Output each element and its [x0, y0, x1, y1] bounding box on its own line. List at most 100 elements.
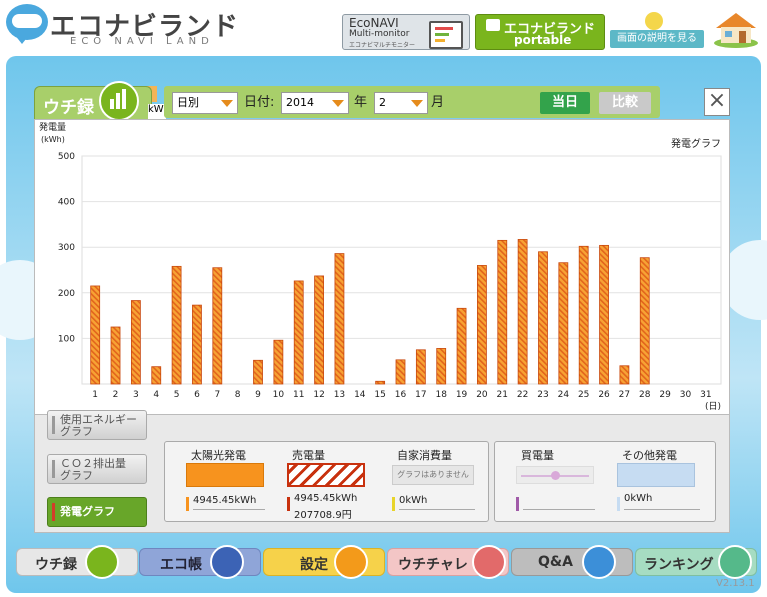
version-label: V2.13.1	[716, 578, 755, 589]
legend-group-generation: 太陽光発電 4945.45kWh 売電量 4945.45kWh 207708.9…	[164, 441, 489, 522]
today-button[interactable]: 当日	[540, 92, 590, 114]
sold-title: 売電量	[292, 449, 325, 462]
bar	[151, 366, 162, 385]
other-generation-swatch	[617, 463, 695, 487]
portable-button[interactable]: エコナビランド portable	[475, 14, 605, 50]
nav-ranking-label: ランキング	[644, 557, 714, 573]
year-label: 年	[354, 95, 368, 110]
indicator-bar	[52, 503, 55, 521]
compare-button[interactable]: 比較	[599, 92, 651, 114]
x-tick-label: 14	[354, 390, 366, 400]
bar	[578, 245, 589, 385]
co2-graph-button[interactable]: ＣＯ２排出量 グラフ	[47, 454, 147, 484]
mode-select-value: 日別	[177, 96, 199, 109]
close-button[interactable]: ×	[704, 88, 730, 116]
month-label: 月	[431, 95, 445, 110]
nav-settings[interactable]: 設定	[263, 545, 385, 579]
x-tick-label: 17	[415, 390, 426, 400]
bar	[599, 244, 609, 385]
bar	[273, 339, 284, 385]
bar	[517, 239, 528, 385]
nav-qa[interactable]: Q&A	[511, 545, 633, 579]
econavi-multimonitor-button[interactable]: EcoNAVI Multi-monitor エコナビマルチモニター	[342, 14, 470, 50]
bar	[497, 239, 508, 385]
logo-subtitle: ECO NAVI LAND	[70, 36, 214, 47]
bar	[171, 265, 182, 385]
month-select[interactable]: 2	[374, 92, 428, 114]
year-select[interactable]: 2014	[281, 92, 349, 114]
x-tick-label: 21	[497, 390, 508, 400]
x-tick-label: 7	[214, 390, 220, 400]
nav-ecocho[interactable]: エコ帳	[139, 545, 261, 579]
nav-uchiroku-label: ウチ録	[35, 557, 77, 573]
other-generation-title: その他発電	[622, 449, 677, 462]
energy-graph-button[interactable]: 使用エネルギー グラフ	[47, 410, 147, 440]
portable-subtitle: portable	[514, 33, 572, 47]
divider	[193, 509, 265, 510]
econavi-title: EcoNAVI	[349, 16, 399, 30]
app-header: エコナビランド ECO NAVI LAND EcoNAVI Multi-moni…	[0, 0, 767, 52]
solar-title: 太陽光発電	[191, 449, 246, 462]
solar-bar	[186, 497, 189, 511]
help-button[interactable]: 画面の説明を見る	[610, 30, 704, 48]
x-tick-label: 2	[113, 390, 119, 400]
nav-ecocho-label: エコ帳	[160, 557, 202, 573]
home-icon[interactable]	[712, 10, 760, 48]
monitor-icon	[429, 21, 463, 49]
x-tick-label: 10	[273, 390, 285, 400]
x-tick-label: 24	[558, 390, 570, 400]
y-tick-label: 500	[58, 152, 75, 162]
bar	[436, 348, 447, 385]
bought-slider	[516, 466, 594, 484]
bar	[395, 359, 406, 385]
bar	[314, 275, 324, 385]
nav-ranking[interactable]: ランキング	[635, 545, 757, 579]
bar	[375, 380, 386, 385]
x-tick-label: 28	[639, 390, 651, 400]
x-tick-label: 11	[293, 390, 304, 400]
divider	[399, 509, 475, 510]
indicator-bar	[52, 416, 55, 434]
x-tick-label: 9	[255, 390, 261, 400]
sold-swatch	[287, 463, 365, 487]
portable-logo-icon	[486, 19, 500, 31]
bar	[619, 365, 630, 385]
tab-uchiroku-label: ウチ録	[43, 98, 94, 118]
nav-settings-label: 設定	[300, 557, 328, 573]
year-select-value: 2014	[286, 96, 314, 109]
x-tick-label: 16	[395, 390, 407, 400]
nav-uchichare-label: ウチチャレ	[398, 557, 468, 573]
wrench-icon	[334, 545, 368, 579]
power-graph-label: 発電グラフ	[60, 505, 115, 518]
chevron-down-icon	[332, 100, 344, 107]
y-axis-unit: (kWh)	[41, 135, 65, 144]
bar	[110, 326, 121, 385]
y-tick-label: 300	[58, 243, 75, 253]
x-tick-label: 19	[456, 390, 468, 400]
other-generation-bar	[617, 497, 620, 511]
chevron-down-icon	[411, 100, 423, 107]
x-tick-label: 13	[334, 390, 345, 400]
x-tick-label: 30	[680, 390, 692, 400]
divider	[624, 509, 700, 510]
nav-uchiroku[interactable]: ウチ録	[16, 545, 138, 579]
flag-icon	[472, 545, 506, 579]
power-graph-button[interactable]: 発電グラフ	[47, 497, 147, 527]
x-tick-label: 26	[598, 390, 610, 400]
notebook-icon	[210, 545, 244, 579]
nav-uchichare[interactable]: ウチチャレ	[387, 545, 509, 579]
bar	[558, 262, 569, 385]
y-tick-label: 400	[58, 198, 75, 208]
bar	[293, 280, 304, 385]
mascot-icon	[645, 12, 663, 30]
x-tick-label: 3	[133, 390, 139, 400]
self-consumption-note: グラフはありません	[392, 465, 474, 485]
divider	[523, 509, 595, 510]
crown-icon	[718, 545, 752, 579]
x-axis-unit: (日)	[705, 401, 721, 412]
nav-qa-label: Q&A	[538, 554, 573, 570]
mode-select[interactable]: 日別	[172, 92, 238, 114]
x-tick-label: 20	[476, 390, 488, 400]
tab-uchiroku[interactable]: ウチ録	[34, 81, 152, 121]
energy-graph-label: 使用エネルギー グラフ	[60, 413, 137, 438]
